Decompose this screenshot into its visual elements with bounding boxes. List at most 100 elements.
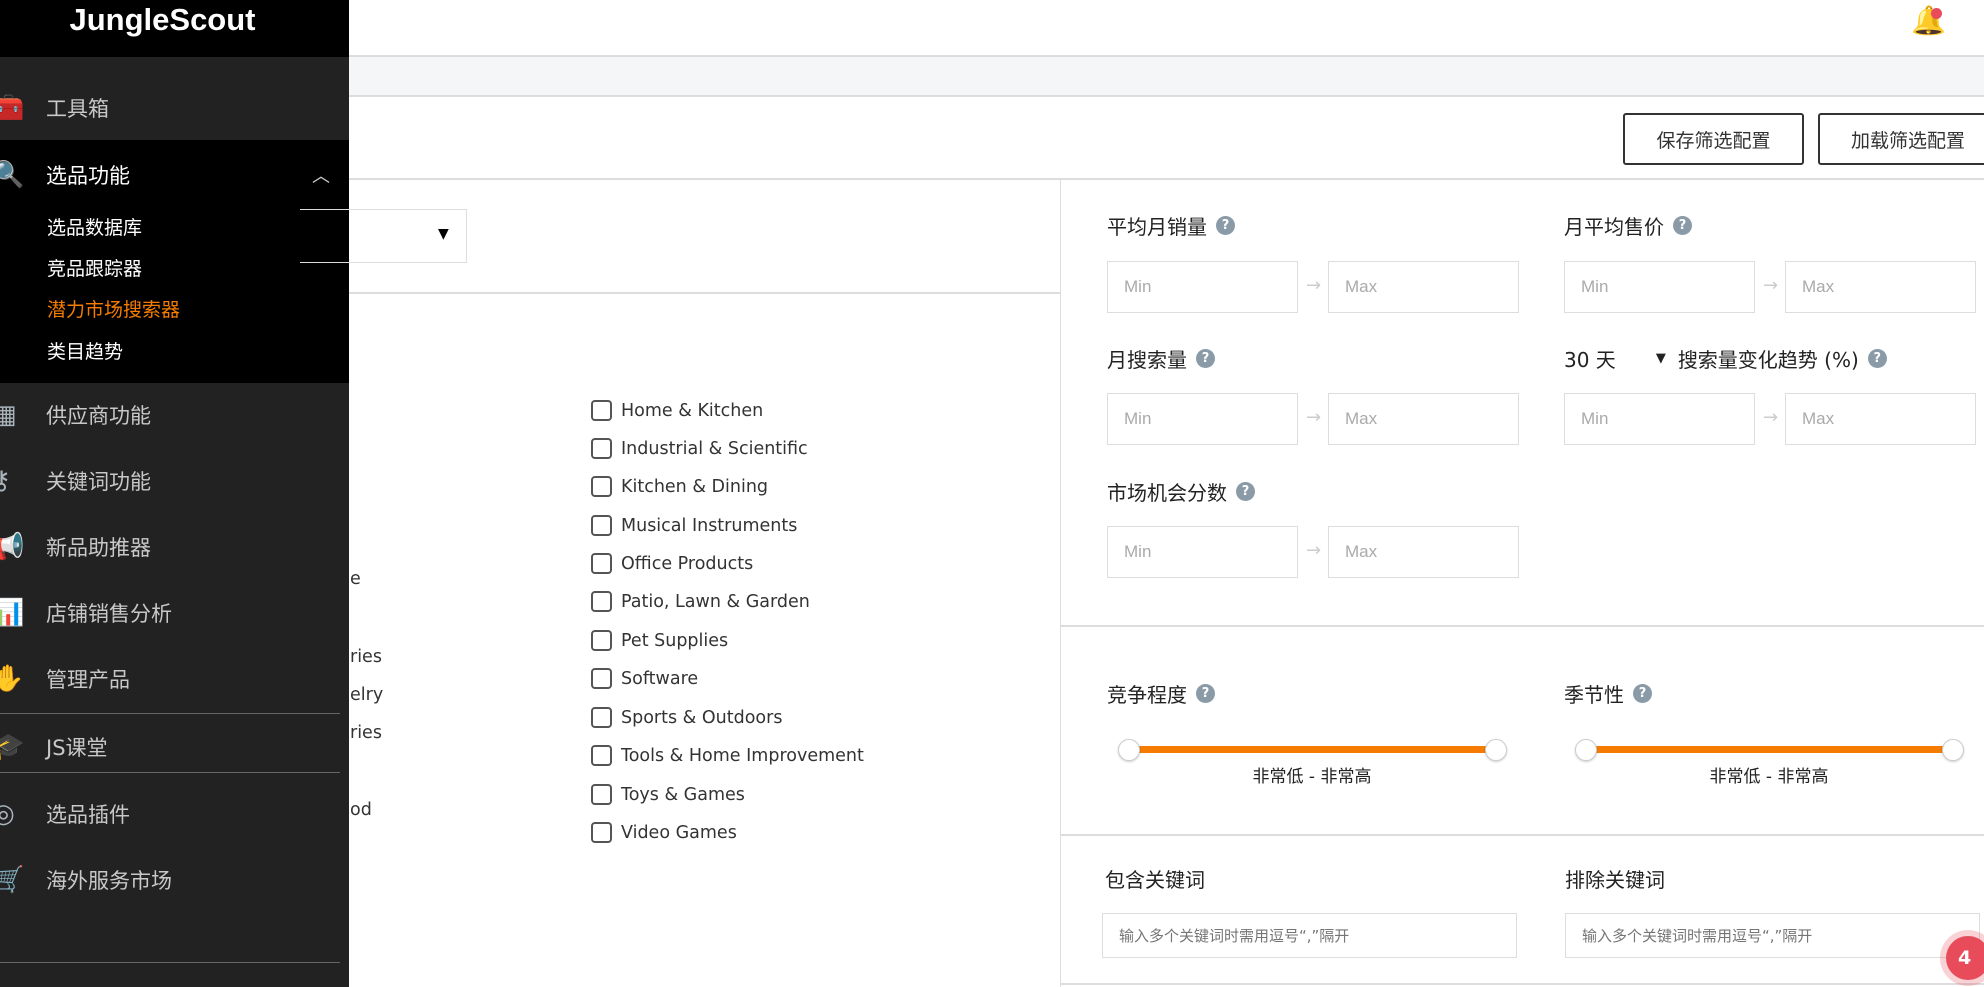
sidebar-item-keywords[interactable]: ⚷ 关键词功能 [0,461,349,501]
arrow-right-icon: → [1306,275,1322,296]
sidebar-subitem-product-tracker[interactable]: 竞品跟踪器 [47,254,142,281]
label-text: 月平均售价 [1564,215,1664,239]
category-checkbox[interactable]: Kitchen & Dining [591,476,768,497]
avg-price-max-input[interactable]: Max [1785,261,1976,313]
sidebar-item-academy[interactable]: 🎓 JS课堂 [0,727,349,767]
sidebar-subitem-category-trends[interactable]: 类目趋势 [47,337,123,364]
checkbox-icon[interactable] [591,707,612,728]
section-divider [1061,625,1984,627]
search-trend-min-input[interactable]: Min [1564,393,1755,445]
key-icon: ⚷ [0,466,12,496]
checkbox-icon[interactable] [591,400,612,421]
category-label: Tools & Home Improvement [621,745,864,766]
sidebar-divider [0,713,340,714]
arrow-right-icon: → [1763,407,1779,428]
category-checkbox[interactable]: Office Products [591,553,753,574]
sidebar-divider [0,962,340,963]
help-icon[interactable]: ? [1633,684,1652,703]
seasonality-slider-max-handle[interactable] [1942,739,1964,761]
category-checkbox[interactable]: Industrial & Scientific [591,438,808,459]
help-icon[interactable]: ? [1867,349,1887,368]
category-checkbox[interactable]: Video Games [591,822,737,843]
category-checkbox[interactable]: Patio, Lawn & Garden [591,591,810,612]
factory-icon: ▦ [0,400,17,430]
exclude-keywords-input[interactable] [1565,913,1980,958]
opportunity-score-max-input[interactable]: Max [1328,526,1519,578]
category-checkbox[interactable]: Home & Kitchen [591,400,763,421]
category-label-partial: elry [350,685,384,705]
category-checkbox[interactable]: Pet Supplies [591,630,728,651]
sidebar-subitem-niche-hunter[interactable]: 潜力市场搜索器 [47,295,180,322]
sidebar-item-label: 管理产品 [46,668,130,692]
category-checkbox[interactable]: Tools & Home Improvement [591,745,864,766]
sidebar-item-launch[interactable]: 📢 新品助推器 [0,527,349,567]
category-label: Pet Supplies [621,630,729,651]
checkbox-icon[interactable] [591,591,612,612]
include-keywords-input[interactable] [1102,913,1517,958]
sidebar-item-label: JS课堂 [46,736,108,760]
product-search-icon: 🔍 [0,160,25,190]
search-volume-min-input[interactable]: Min [1107,393,1298,445]
competition-range-text: 非常低 - 非常高 [1252,767,1372,787]
category-checkbox[interactable]: Toys & Games [591,784,745,805]
load-filter-button[interactable]: 加载筛选配置 [1818,113,1984,165]
sidebar-item-supplier[interactable]: ▦ 供应商功能 [0,395,349,435]
category-label: Software [621,668,699,689]
caret-down-icon: ▼ [438,226,449,242]
category-label-partial: ries [350,647,382,667]
category-label: Video Games [621,822,737,843]
section-divider [1061,834,1984,836]
category-label: Sports & Outdoors [621,707,783,728]
avg-monthly-sales-min-input[interactable]: Min [1107,261,1298,313]
sidebar-item-sales-analytics[interactable]: 📊 店铺销售分析 [0,593,349,633]
category-checkbox[interactable]: Software [591,668,698,689]
seasonality-range-text: 非常低 - 非常高 [1709,767,1829,787]
category-checkbox[interactable]: Sports & Outdoors [591,707,782,728]
help-icon[interactable]: ? [1216,216,1235,235]
help-icon[interactable]: ? [1673,216,1692,235]
checkbox-icon[interactable] [591,784,612,805]
avg-price-min-input[interactable]: Min [1564,261,1755,313]
notification-badge[interactable]: 4 [1946,936,1984,980]
checkbox-icon[interactable] [591,668,612,689]
help-icon[interactable]: ? [1236,482,1255,501]
seasonality-slider-min-handle[interactable] [1575,739,1597,761]
save-filter-button[interactable]: 保存筛选配置 [1623,113,1804,165]
sidebar-item-label: 选品功能 [46,164,130,188]
caret-down-icon[interactable]: ▼ [1656,351,1666,366]
sidebar-subitem-product-database[interactable]: 选品数据库 [47,213,142,240]
competition-slider-min-handle[interactable] [1118,739,1140,761]
label-text: 季节性 [1564,683,1624,707]
search-volume-max-input[interactable]: Max [1328,393,1519,445]
search-trend-max-input[interactable]: Max [1785,393,1976,445]
exclude-keywords-label: 排除关键词 [1565,868,1665,892]
chevron-up-icon[interactable]: ︿ [312,162,330,188]
label-text: 搜索量变化趋势 (%) [1677,348,1859,372]
sidebar-item-product-selection[interactable]: 🔍 选品功能 ︿ [0,155,349,195]
help-icon[interactable]: ? [1196,349,1215,368]
checkbox-icon[interactable] [591,438,612,459]
checkbox-icon[interactable] [591,553,612,574]
checkbox-icon[interactable] [591,630,612,651]
seasonality-label: 季节性? [1564,679,1652,708]
logo[interactable]: JungleScout [0,0,325,40]
checkbox-icon[interactable] [591,822,612,843]
avg-monthly-sales-max-input[interactable]: Max [1328,261,1519,313]
sidebar-item-extension[interactable]: ◎ 选品插件 [0,794,349,834]
sidebar-item-toolbox[interactable]: 🧰 工具箱 [0,88,349,128]
sidebar-item-label: 店铺销售分析 [46,602,172,626]
checkbox-icon[interactable] [591,745,612,766]
cart-icon: 🛒 [0,865,25,895]
checkbox-icon[interactable] [591,515,612,536]
help-icon[interactable]: ? [1196,684,1215,703]
trend-period-select[interactable]: 30 天 [1564,344,1616,373]
seasonality-slider-track [1596,746,1953,753]
label-text: 市场机会分数 [1107,481,1227,505]
sidebar-item-manage-products[interactable]: ✋ 管理产品 [0,659,349,699]
sidebar-item-label: 工具箱 [46,97,109,121]
competition-slider-max-handle[interactable] [1485,739,1507,761]
opportunity-score-min-input[interactable]: Min [1107,526,1298,578]
category-checkbox[interactable]: Musical Instruments [591,515,797,536]
checkbox-icon[interactable] [591,476,612,497]
sidebar-item-marketplace[interactable]: 🛒 海外服务市场 [0,860,349,900]
